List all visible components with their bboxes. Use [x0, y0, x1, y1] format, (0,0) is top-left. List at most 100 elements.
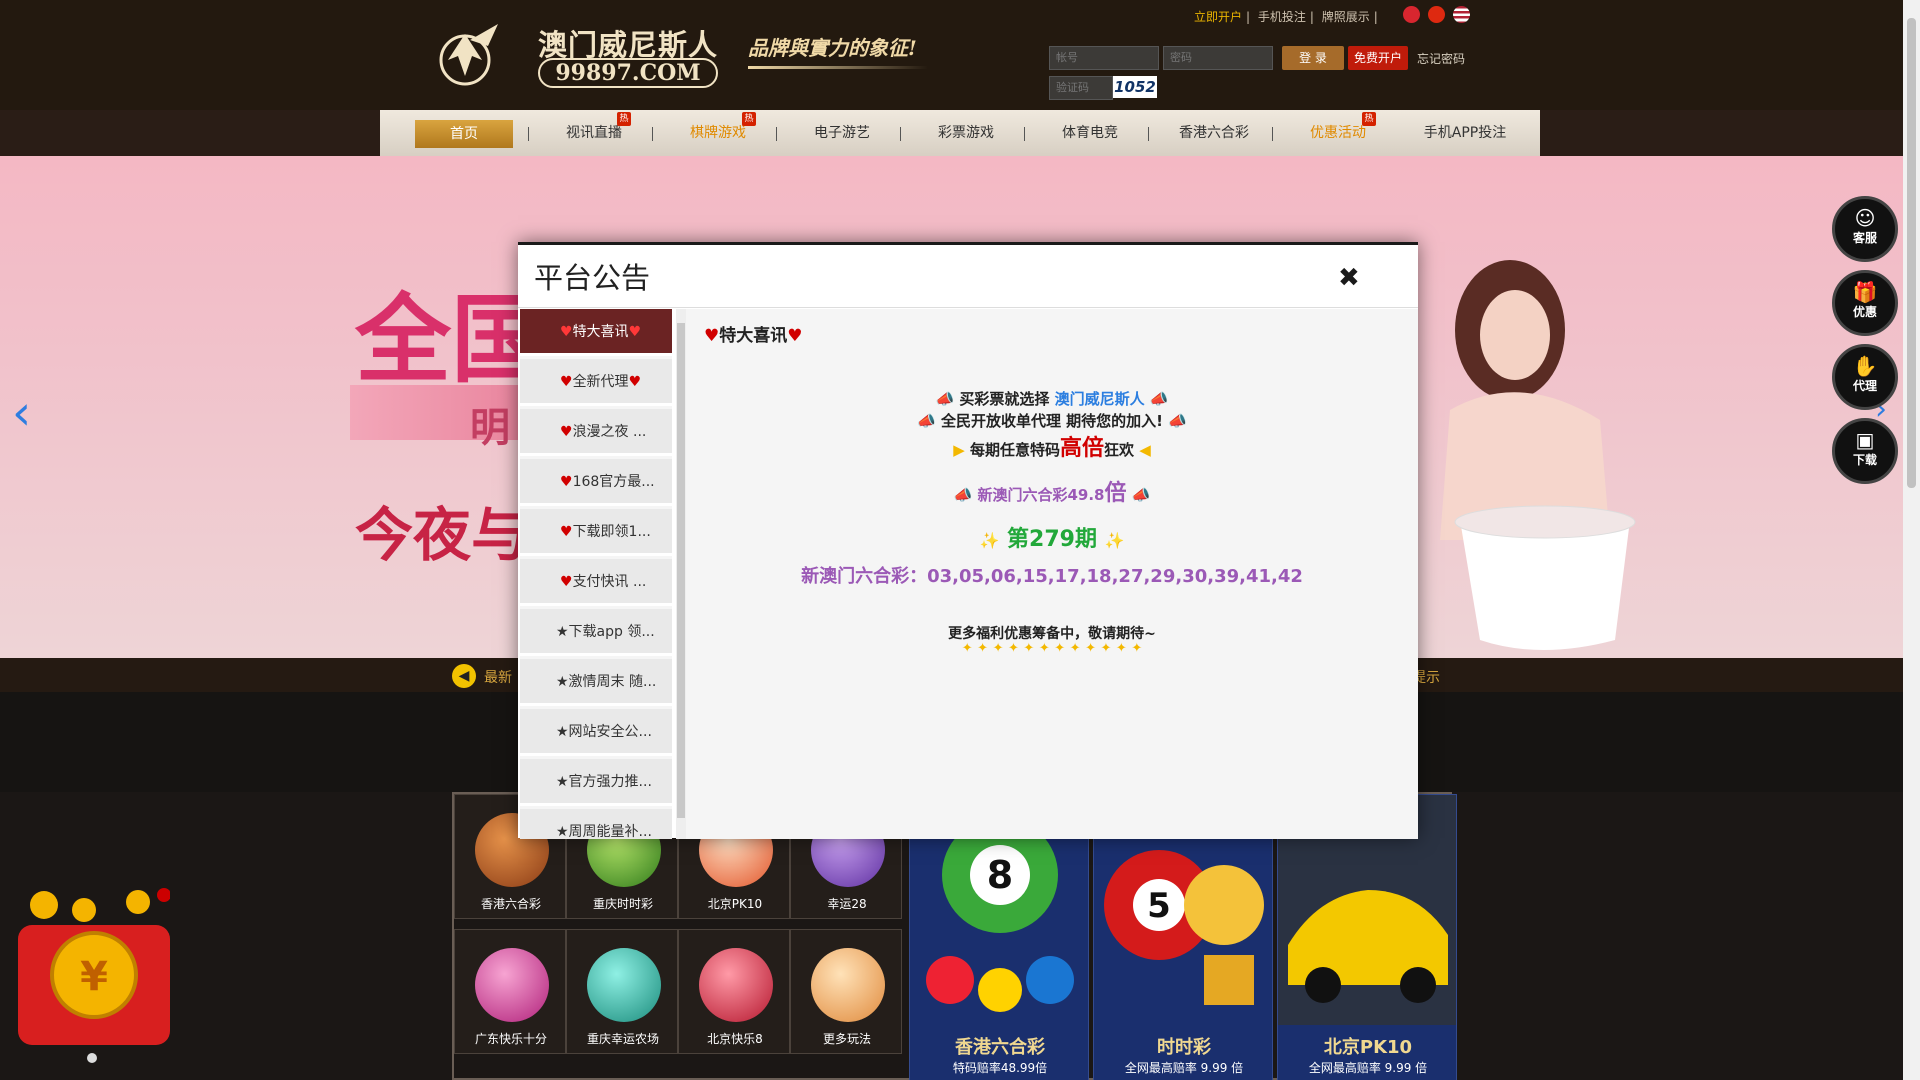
slogan-underline — [748, 66, 928, 69]
open-account-link[interactable]: 立即开户 — [1194, 10, 1242, 24]
nav-mobile-app[interactable]: 手机APP投注 — [1400, 110, 1530, 156]
register-button[interactable]: 免费开户 — [1348, 46, 1408, 70]
hk-flag-icon[interactable] — [1403, 6, 1420, 23]
nav-lottery-games[interactable]: 彩票游戏 — [912, 110, 1020, 156]
scrollbar-thumb[interactable] — [677, 323, 685, 818]
triangle-right-icon: ▶ — [953, 441, 965, 459]
nav-electronic-games[interactable]: 电子游艺 — [788, 110, 896, 156]
ticker-text[interactable]: 最新 — [484, 667, 512, 687]
scrollbar-thumb[interactable] — [1907, 18, 1916, 488]
tab-label: ★网站安全公... — [556, 724, 652, 740]
horn-icon: 📣 — [1168, 412, 1187, 430]
tab-announcement[interactable]: ♥支付快讯 ... — [520, 559, 672, 606]
game-label: 北京快乐8 — [707, 1032, 763, 1046]
modal-title: 平台公告 — [534, 261, 651, 295]
promo-line-odds: ▶ 每期任意特码高倍狂欢 ◀ — [953, 436, 1151, 461]
game-tile[interactable]: 重庆幸运农场 — [566, 929, 678, 1054]
heart-icon: ♥ — [704, 326, 720, 346]
horn-icon: 📣 — [935, 390, 955, 408]
tab-list-scrollbar[interactable] — [676, 309, 686, 839]
mobile-bet-link[interactable]: 手机投注 — [1258, 10, 1306, 24]
carousel-dot[interactable] — [87, 1053, 97, 1063]
nav-hk-lottery[interactable]: 香港六合彩 — [1160, 110, 1268, 156]
captcha-input[interactable] — [1049, 76, 1113, 100]
red-envelope-icon[interactable]: ¥ — [18, 880, 170, 1045]
announcement-content: ♥特大喜讯♥ 📣 买彩票就选择 澳门威尼斯人 📣 📣 全民开放收单代理 期待您的… — [686, 309, 1418, 839]
svg-text:8: 8 — [987, 853, 1013, 897]
sparkle-icon: ✨ — [979, 531, 1000, 550]
featured-title: 北京PK10 — [1323, 1037, 1413, 1058]
game-label: 重庆幸运农场 — [586, 1032, 659, 1046]
cn-flag-icon[interactable] — [1428, 6, 1445, 23]
tab-announcement[interactable]: ♥全新代理♥ — [520, 359, 672, 406]
period-line: ✨ 第279期 ✨ — [979, 527, 1125, 552]
page-scrollbar[interactable] — [1903, 0, 1920, 1080]
us-flag-icon[interactable] — [1453, 6, 1470, 23]
top-links: 立即开户 | 手机投注 | 牌照展示 | — [1194, 10, 1378, 24]
banner-subline: 明 — [470, 405, 510, 451]
password-input[interactable] — [1163, 46, 1273, 70]
tab-label: ★下载app 领... — [556, 624, 655, 640]
tab-label: 全新代理 — [572, 374, 629, 390]
promo-line-agent: 📣 全民开放收单代理 期待您的加入! 📣 — [917, 412, 1187, 430]
bj-happy8-icon — [699, 948, 773, 1022]
more-games-icon — [811, 948, 885, 1022]
tab-announcement[interactable]: ★官方强力推... — [520, 759, 672, 806]
winged-lion-icon — [439, 24, 498, 86]
svg-text:5: 5 — [1147, 886, 1171, 926]
content-heading: ♥特大喜讯♥ — [704, 326, 803, 346]
banner-prev-arrow-icon[interactable]: ‹ — [12, 385, 31, 441]
tab-announcement[interactable]: ♥特大喜讯♥ — [520, 309, 672, 356]
site-logo[interactable]: 澳门威尼斯人 99897.COM — [430, 20, 720, 90]
nav-sports[interactable]: 体育电竞 — [1036, 110, 1144, 156]
tab-announcement[interactable]: ★激情周末 随... — [520, 659, 672, 706]
tab-label: 特大喜讯 — [572, 324, 629, 340]
promo-line-brand: 📣 买彩票就选择 澳门威尼斯人 📣 — [935, 390, 1169, 408]
tab-announcement[interactable]: ♥168官方最... — [520, 459, 672, 506]
side-button-label: 代理 — [1852, 379, 1877, 393]
download-side-button[interactable]: ▣ 下载 — [1832, 418, 1898, 484]
speaker-icon: ◀ — [452, 664, 476, 688]
login-button[interactable]: 登 录 — [1282, 46, 1344, 70]
agent-side-button[interactable]: ✋ 代理 — [1832, 344, 1898, 410]
tab-announcement[interactable]: ★下载app 领... — [520, 609, 672, 656]
close-icon[interactable]: ✖ — [1338, 263, 1360, 293]
stars-divider: ✦ ✦ ✦ ✦ ✦ ✦ ✦ ✦ ✦ ✦ ✦ ✦ — [961, 641, 1143, 656]
game-tile[interactable]: 更多玩法 — [790, 929, 902, 1054]
featured-subtitle: 特码赔率48.99倍 — [952, 1061, 1048, 1075]
game-label: 广东快乐十分 — [474, 1032, 547, 1046]
license-link[interactable]: 牌照展示 — [1322, 10, 1370, 24]
svg-text:¥: ¥ — [80, 954, 108, 1000]
game-tile[interactable]: 北京快乐8 — [678, 929, 790, 1054]
tab-announcement[interactable]: ♥下载即领1... — [520, 509, 672, 556]
account-input[interactable] — [1049, 46, 1159, 70]
heart-icon: ♥ — [560, 574, 573, 590]
tab-label: 168官方最... — [572, 474, 655, 490]
tab-label: 支付快讯 ... — [572, 574, 647, 590]
heart-icon: ♥ — [560, 324, 573, 340]
app-icon: ▣ — [1855, 428, 1875, 452]
tab-label: 浪漫之夜 ... — [572, 424, 647, 440]
brand-link[interactable]: 澳门威尼斯人 — [1055, 390, 1145, 408]
captcha-image[interactable]: 1052 — [1113, 76, 1157, 98]
tab-announcement[interactable]: ★网站安全公... — [520, 709, 672, 756]
promo-side-button[interactable]: 🎁 优惠 — [1832, 270, 1898, 336]
side-button-label: 客服 — [1852, 231, 1877, 245]
heart-icon: ♥ — [560, 424, 573, 440]
forgot-password-link[interactable]: 忘记密码 — [1417, 50, 1465, 67]
tab-announcement[interactable]: ★周周能量补... — [520, 809, 672, 839]
customer-service-button[interactable]: ☺ 客服 — [1832, 196, 1898, 262]
nav-live-video[interactable]: 视讯直播 — [540, 110, 648, 156]
announcement-modal: 平台公告 ✖ ♥特大喜讯♥ ♥全新代理♥ ♥浪漫之夜 ... ♥168官方最..… — [518, 242, 1418, 839]
tab-announcement[interactable]: ♥浪漫之夜 ... — [520, 409, 672, 456]
featured-subtitle: 全网最高赔率 9.99 倍 — [1308, 1061, 1428, 1075]
heart-icon: ♥ — [628, 324, 642, 340]
hot-badge: 热 — [617, 112, 631, 126]
horn-icon: 📣 — [917, 412, 936, 430]
tab-label: 下载即领1... — [572, 524, 651, 540]
nav-home[interactable]: 首页 — [415, 120, 513, 148]
horn-icon: 📣 — [1149, 390, 1169, 408]
game-tile[interactable]: 广东快乐十分 — [454, 929, 566, 1054]
gd-happy10-icon — [475, 948, 549, 1022]
side-button-label: 优惠 — [1852, 305, 1877, 319]
